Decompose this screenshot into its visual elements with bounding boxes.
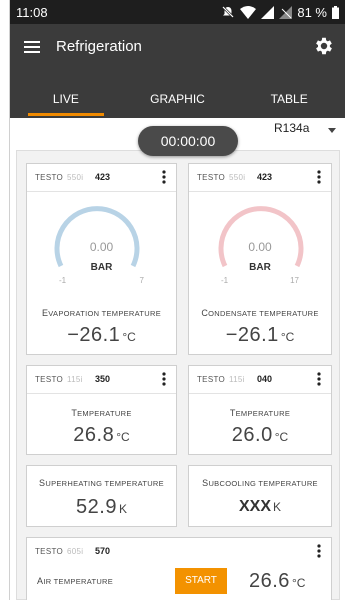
measurement-label: Condensate temperature <box>201 308 319 318</box>
probe-id: 570 <box>95 546 111 556</box>
wifi-icon <box>240 5 257 19</box>
probe-name: TESTO 115i <box>197 375 245 384</box>
measurement-label: Temperature <box>229 408 291 418</box>
measurement-value: 26.6 °C <box>249 570 306 592</box>
probe-name: TESTO 550i <box>35 173 84 182</box>
measurement-value: 26.0 °C <box>231 424 289 446</box>
timer-display[interactable]: 00:00:00 <box>138 126 238 156</box>
card-header: TESTO 550i 423 <box>189 164 331 192</box>
card-header: TESTO 115i 350 <box>27 366 176 394</box>
more-options-icon[interactable] <box>317 372 321 386</box>
view-tabs: LIVE GRAPHIC TABLE <box>10 88 345 118</box>
probe-name: TESTO 605i <box>35 547 84 556</box>
measurement-value: 52.9 K <box>76 496 127 518</box>
status-icons: 81 % <box>221 5 339 20</box>
signal-disabled-icon <box>279 5 293 19</box>
temperature-card-1: TESTO 115i 350 Temperature 26.8 °C <box>26 365 177 455</box>
probe-name: TESTO 550i <box>197 173 246 182</box>
temperature-card-2: TESTO 115i 040 Temperature 26.0 °C <box>188 365 332 455</box>
gauge-max: 7 <box>139 276 144 285</box>
more-options-icon[interactable] <box>317 170 321 184</box>
status-bar: 11:08 81 % <box>10 0 345 24</box>
measurement-value: −26.1 °C <box>225 324 295 346</box>
gauge-min: -1 <box>59 276 67 285</box>
measurement-value: 26.8 °C <box>73 424 130 446</box>
measurement-label: Evaporation temperature <box>41 308 162 318</box>
gauge-value: 0.00 <box>89 240 114 254</box>
measurement-controls: 00:00:00 R134a <box>10 118 345 158</box>
measurement-value: XXX K <box>238 498 282 515</box>
probe-id: 350 <box>95 374 111 384</box>
gauge-unit: BAR <box>249 262 271 273</box>
superheating-card: Superheating temperature 52.9 K <box>26 465 177 527</box>
signal-icon <box>261 5 275 19</box>
measurement-label: Air temperature <box>37 576 114 586</box>
app-bar: Refrigeration <box>10 24 345 88</box>
status-time: 11:08 <box>16 4 48 20</box>
probe-id: 423 <box>95 172 111 182</box>
gauge-value: 0.00 <box>248 240 272 254</box>
card-header: TESTO 115i 040 <box>189 366 331 394</box>
gauge-max: 17 <box>290 276 299 285</box>
pressure-card-high: TESTO 550i 423 0.00 BAR -1 17 Condensate … <box>188 163 332 355</box>
measurement-label: Superheating temperature <box>39 478 164 488</box>
measurement-label: Subcooling temperature <box>202 478 318 488</box>
tab-live[interactable]: LIVE <box>10 88 122 118</box>
probe-id: 040 <box>257 374 273 384</box>
hamburger-menu-icon[interactable] <box>22 36 44 58</box>
probe-id: 423 <box>257 172 273 182</box>
window-frame <box>0 0 10 600</box>
air-temperature-card: TESTO 605i 570 Air temperature START 26.6… <box>26 537 332 600</box>
gauge-unit: BAR <box>90 262 113 273</box>
battery-level: 81 % <box>297 4 327 20</box>
pressure-gauge <box>218 206 304 268</box>
subcooling-card: Subcooling temperature XXX K <box>188 465 332 527</box>
refrigerant-select[interactable]: R134a <box>274 121 309 135</box>
chevron-down-icon[interactable] <box>328 128 336 134</box>
measurement-panel: TESTO 550i 423 0.00 BAR -1 7 Evaporation … <box>16 150 340 600</box>
more-options-icon[interactable] <box>162 372 166 386</box>
tab-graphic[interactable]: GRAPHIC <box>122 88 234 118</box>
start-button[interactable]: START <box>175 568 227 594</box>
gear-icon[interactable] <box>313 35 335 57</box>
gauge-min: -1 <box>221 276 229 285</box>
measurement-value: −26.1 °C <box>67 324 136 346</box>
mute-icon <box>222 6 235 18</box>
more-options-icon[interactable] <box>162 170 166 184</box>
card-header: TESTO 550i 423 <box>27 164 176 192</box>
pressure-gauge <box>54 206 140 268</box>
tab-table[interactable]: TABLE <box>233 88 345 118</box>
pressure-card-low: TESTO 550i 423 0.00 BAR -1 7 Evaporation … <box>26 163 177 355</box>
measurement-label: Temperature <box>71 408 132 418</box>
page-title: Refrigeration <box>56 38 142 55</box>
battery-icon <box>332 5 339 19</box>
more-options-icon[interactable] <box>317 544 321 558</box>
card-header: TESTO 605i 570 <box>27 538 331 566</box>
probe-name: TESTO 115i <box>35 375 83 384</box>
